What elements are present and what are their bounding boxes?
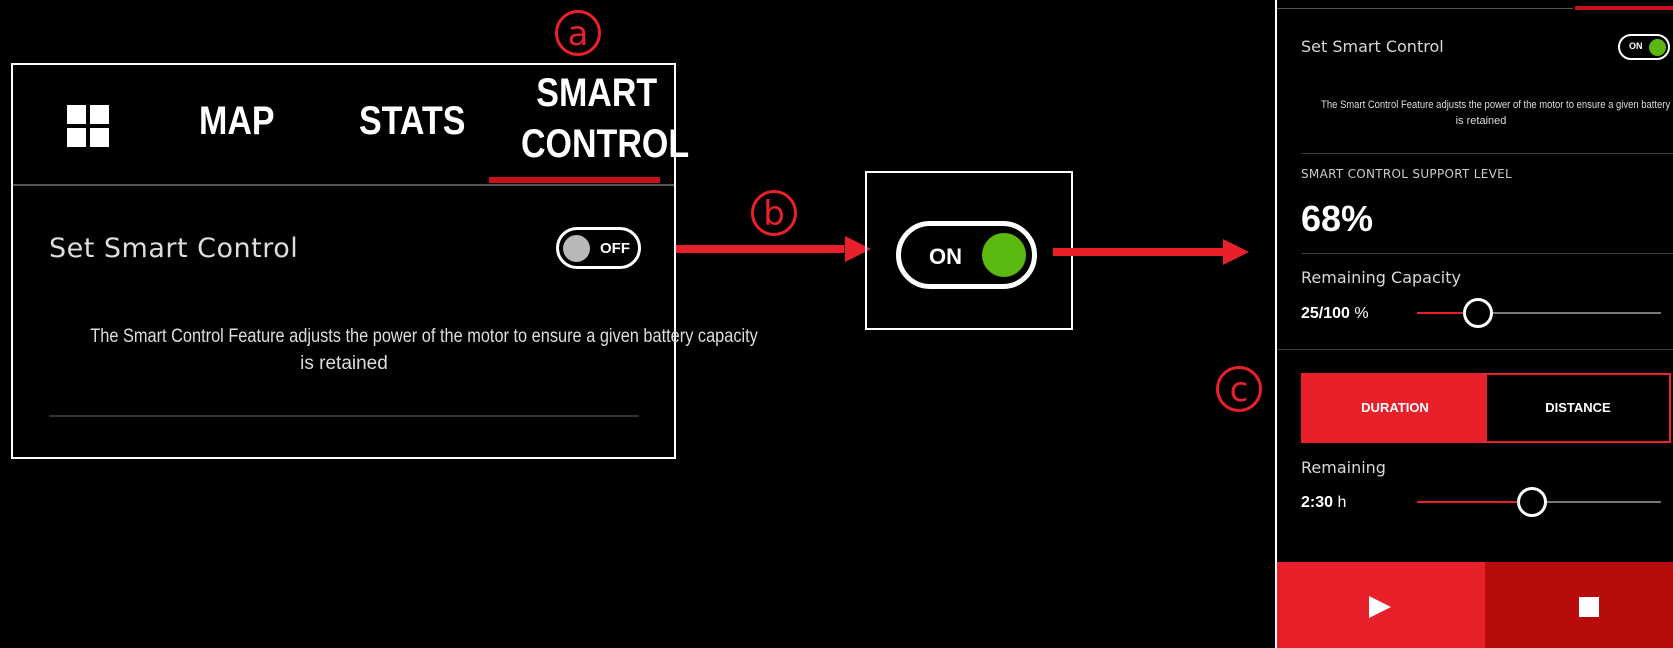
- smart-control-panel: MAP STATS SMART CONTROL Set Smart Contro…: [11, 63, 758, 459]
- tab-bar-divider: [13, 184, 674, 186]
- smart-control-description: The Smart Control Feature adjusts the po…: [1295, 97, 1673, 129]
- top-divider: [1277, 8, 1573, 9]
- toggle-knob: [563, 235, 590, 262]
- tab-map[interactable]: MAP: [199, 99, 275, 144]
- remaining-capacity-label: Remaining Capacity: [1301, 268, 1461, 287]
- set-smart-control-label: Set Smart Control: [1301, 37, 1444, 56]
- remaining-unit: h: [1337, 494, 1347, 511]
- remaining-slider-knob[interactable]: [1516, 487, 1547, 517]
- divider-2: [1301, 253, 1673, 254]
- grid-icon[interactable]: [67, 105, 111, 149]
- stop-button[interactable]: [1485, 562, 1673, 648]
- remaining-capacity-unit: %: [1354, 305, 1369, 322]
- remaining-label: Remaining: [1301, 458, 1386, 477]
- tab-smart-control-line1: SMART: [536, 71, 658, 115]
- tab-stats[interactable]: STATS: [359, 99, 465, 144]
- toggle-on-text: ON: [1629, 41, 1643, 51]
- description-line1: The Smart Control Feature adjusts the po…: [1321, 99, 1673, 111]
- duration-button[interactable]: DURATION: [1303, 375, 1487, 441]
- smart-control-screen: Set Smart Control ON The Smart Control F…: [1275, 0, 1673, 648]
- set-smart-control-label: Set Smart Control: [49, 233, 299, 264]
- description-divider: [49, 415, 639, 417]
- mode-segmented-control: DURATION DISTANCE: [1301, 373, 1671, 443]
- arrow-to-right-panel-head: [1223, 239, 1249, 265]
- toggle-on-enlarged-knob: [982, 233, 1026, 277]
- active-tab-indicator-top: [1575, 6, 1673, 10]
- description-line2: is retained: [1455, 115, 1507, 127]
- divider-3: [1277, 349, 1673, 350]
- annotation-a: a: [555, 10, 601, 56]
- arrow-b: [676, 245, 844, 253]
- tab-smart-control-line2: CONTROL: [521, 122, 690, 166]
- tab-smart-control[interactable]: SMART CONTROL: [521, 71, 689, 167]
- remaining-capacity-slider-knob[interactable]: [1463, 298, 1493, 328]
- smart-control-description: The Smart Control Feature adjusts the po…: [49, 323, 758, 377]
- distance-button[interactable]: DISTANCE: [1487, 375, 1669, 441]
- play-button[interactable]: [1277, 562, 1485, 648]
- stop-icon: [1579, 597, 1599, 617]
- support-level-label: SMART CONTROL SUPPORT LEVEL: [1301, 167, 1512, 181]
- toggle-state-text: OFF: [600, 240, 630, 257]
- toggle-on-enlarged-text: ON: [929, 244, 962, 269]
- remaining-number: 2:30: [1301, 494, 1334, 511]
- play-icon: [1369, 596, 1391, 618]
- remaining-capacity-value: 25/100 %: [1301, 305, 1369, 323]
- remaining-value: 2:30 h: [1301, 494, 1346, 512]
- toggle-on-zoom: ON: [865, 171, 1073, 330]
- divider-1: [1301, 153, 1673, 154]
- arrow-to-right-panel: [1053, 248, 1223, 256]
- description-line2: is retained: [300, 353, 388, 374]
- annotation-b: b: [751, 190, 797, 236]
- active-tab-indicator: [489, 177, 660, 183]
- smart-control-toggle-on[interactable]: ON: [1618, 34, 1670, 60]
- toggle-on-enlarged[interactable]: ON: [896, 221, 1037, 289]
- smart-control-toggle[interactable]: OFF: [556, 227, 641, 269]
- toggle-on-knob: [1649, 39, 1666, 56]
- support-level-value: 68%: [1301, 198, 1374, 239]
- remaining-slider-fill: [1417, 501, 1532, 503]
- annotation-c: c: [1216, 366, 1262, 412]
- remaining-capacity-number: 25/100: [1301, 305, 1350, 322]
- description-line1: The Smart Control Feature adjusts the po…: [90, 326, 758, 347]
